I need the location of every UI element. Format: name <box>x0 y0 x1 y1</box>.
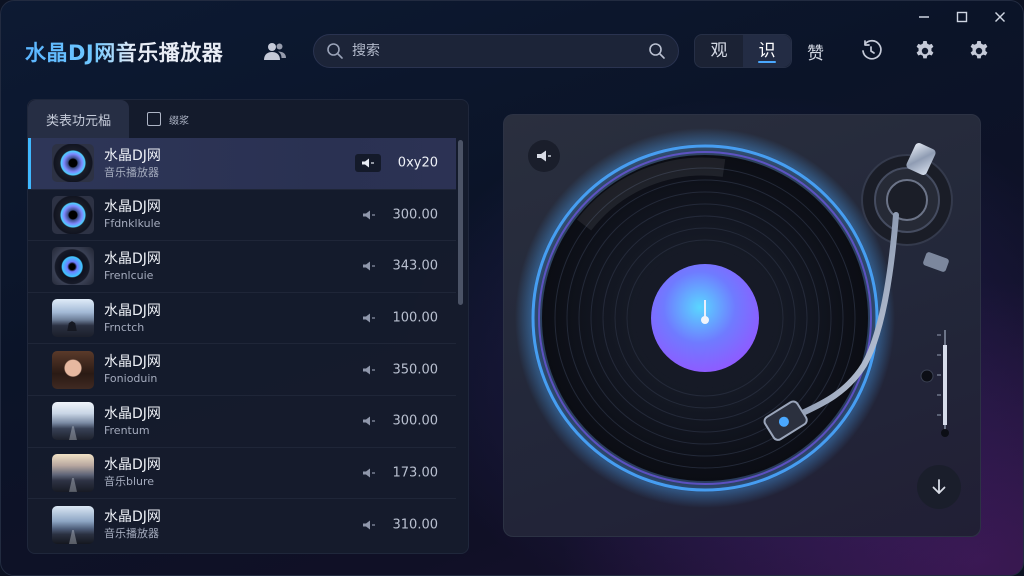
track-duration: 100.00 <box>392 310 439 326</box>
track-row[interactable]: 水晶DJ网 Frnctch 100.00 <box>28 293 456 345</box>
track-subtitle: Frenlcuie <box>104 268 154 282</box>
volume-icon <box>537 150 551 162</box>
volume-icon[interactable] <box>358 414 380 428</box>
users-icon[interactable] <box>263 40 287 62</box>
tab-secondary[interactable]: 缀浆 <box>129 100 207 138</box>
search-bar <box>313 34 679 68</box>
tab-secondary-label: 缀浆 <box>169 115 190 127</box>
volume-icon[interactable] <box>358 518 380 532</box>
playlist-panel: 类表功元榀 缀浆 水晶DJ网 音乐播放器 0xy20 水晶DJ网 Ffdnklk… <box>27 99 469 554</box>
pitch-ticks <box>937 334 941 416</box>
track-thumbnail <box>52 453 94 492</box>
minimize-icon <box>919 16 929 18</box>
maximize-button[interactable] <box>947 7 977 27</box>
track-subtitle: Frnctch <box>104 320 145 334</box>
track-subtitle: Ffdnklkule <box>104 217 161 231</box>
search-submit-icon[interactable] <box>648 42 666 60</box>
tab-playlist-label: 类表功元榀 <box>46 113 112 129</box>
volume-icon[interactable] <box>358 311 380 325</box>
track-subtitle: 音乐播放器 <box>104 527 159 541</box>
track-thumbnail <box>52 402 94 441</box>
playlist-tabs: 类表功元榀 缀浆 <box>28 100 468 138</box>
turntable-panel <box>503 114 981 537</box>
track-title: 水晶DJ网 <box>104 354 161 371</box>
close-icon <box>995 12 1005 22</box>
track-thumbnail <box>52 350 94 389</box>
checkbox-icon[interactable] <box>147 112 162 126</box>
turntable-graphic <box>515 128 953 508</box>
track-subtitle: Fonioduin <box>104 372 158 386</box>
track-title: 水晶DJ网 <box>104 250 161 267</box>
volume-icon[interactable] <box>358 363 380 377</box>
app-title: 水晶DJ网音乐播放器 <box>25 37 223 67</box>
mute-button[interactable] <box>528 140 560 172</box>
track-thumbnail <box>52 144 94 183</box>
track-title: 水晶DJ网 <box>104 457 161 474</box>
track-subtitle: 音乐播放器 <box>104 165 159 179</box>
track-duration: 300.00 <box>392 207 439 223</box>
maximize-icon <box>956 11 968 23</box>
window-controls <box>909 7 1015 27</box>
gear-icon[interactable] <box>913 39 937 63</box>
tonearm-rest <box>923 252 949 272</box>
pitch-end <box>941 429 949 437</box>
track-thumbnail <box>52 505 94 544</box>
minimize-button[interactable] <box>909 7 939 27</box>
download-button[interactable] <box>917 465 961 509</box>
track-duration: 300.00 <box>392 413 439 429</box>
track-duration: 350.00 <box>392 362 439 378</box>
nav-tab-group: 观 识 <box>694 34 792 68</box>
pitch-level <box>943 345 947 425</box>
track-row[interactable]: 水晶DJ网 音乐播放器 310.00 <box>28 499 456 551</box>
pitch-knob <box>920 369 934 383</box>
playlist-scrollbar[interactable] <box>458 140 463 305</box>
app-window: 水晶DJ网音乐播放器 观 识 赞 <box>0 0 1024 576</box>
search-input[interactable] <box>352 43 648 59</box>
track-subtitle: Frentum <box>104 423 150 437</box>
track-row[interactable]: 水晶DJ网 Frentum 300.00 <box>28 396 456 448</box>
track-row[interactable]: 水晶DJ网 Ffdnklkule 300.00 <box>28 190 456 242</box>
spindle <box>701 316 709 324</box>
track-duration: 0xy20 <box>397 155 438 171</box>
search-icon <box>327 43 343 59</box>
track-duration: 343.00 <box>392 258 439 274</box>
tab-playlist[interactable]: 类表功元榀 <box>28 100 130 138</box>
nav-tab-like[interactable]: 赞 <box>807 39 824 64</box>
track-title: 水晶DJ网 <box>104 302 161 319</box>
track-title: 水晶DJ网 <box>104 199 161 216</box>
track-thumbnail <box>52 247 94 286</box>
tonearm-pivot <box>886 179 928 221</box>
track-thumbnail <box>52 195 94 234</box>
nav-tab-view[interactable]: 观 <box>695 35 743 67</box>
track-subtitle: 音乐blure <box>104 475 155 489</box>
track-row[interactable]: 水晶DJ网 音乐blure 173.00 <box>28 448 456 500</box>
track-duration: 310.00 <box>392 517 439 533</box>
track-row[interactable]: 水晶DJ网 音乐播放器 0xy20 <box>28 138 456 190</box>
track-title: 水晶DJ网 <box>104 509 161 526</box>
close-button[interactable] <box>985 7 1015 27</box>
track-list: 水晶DJ网 音乐播放器 0xy20 水晶DJ网 Ffdnklkule 300.0… <box>28 138 456 551</box>
track-row[interactable]: 水晶DJ网 Frenlcuie 343.00 <box>28 241 456 293</box>
volume-icon[interactable] <box>358 208 380 222</box>
track-row[interactable]: 水晶DJ网 Fonioduin 350.00 <box>28 344 456 396</box>
gear-icon[interactable] <box>967 39 991 63</box>
nav-tab-know[interactable]: 识 <box>743 35 791 67</box>
download-icon <box>932 479 946 494</box>
track-title: 水晶DJ网 <box>104 147 161 164</box>
history-icon[interactable] <box>859 39 883 63</box>
track-duration: 173.00 <box>392 465 439 481</box>
volume-icon[interactable] <box>358 466 380 480</box>
track-thumbnail <box>52 299 94 338</box>
volume-icon[interactable] <box>355 154 381 173</box>
volume-icon[interactable] <box>358 259 380 273</box>
track-title: 水晶DJ网 <box>104 405 161 422</box>
